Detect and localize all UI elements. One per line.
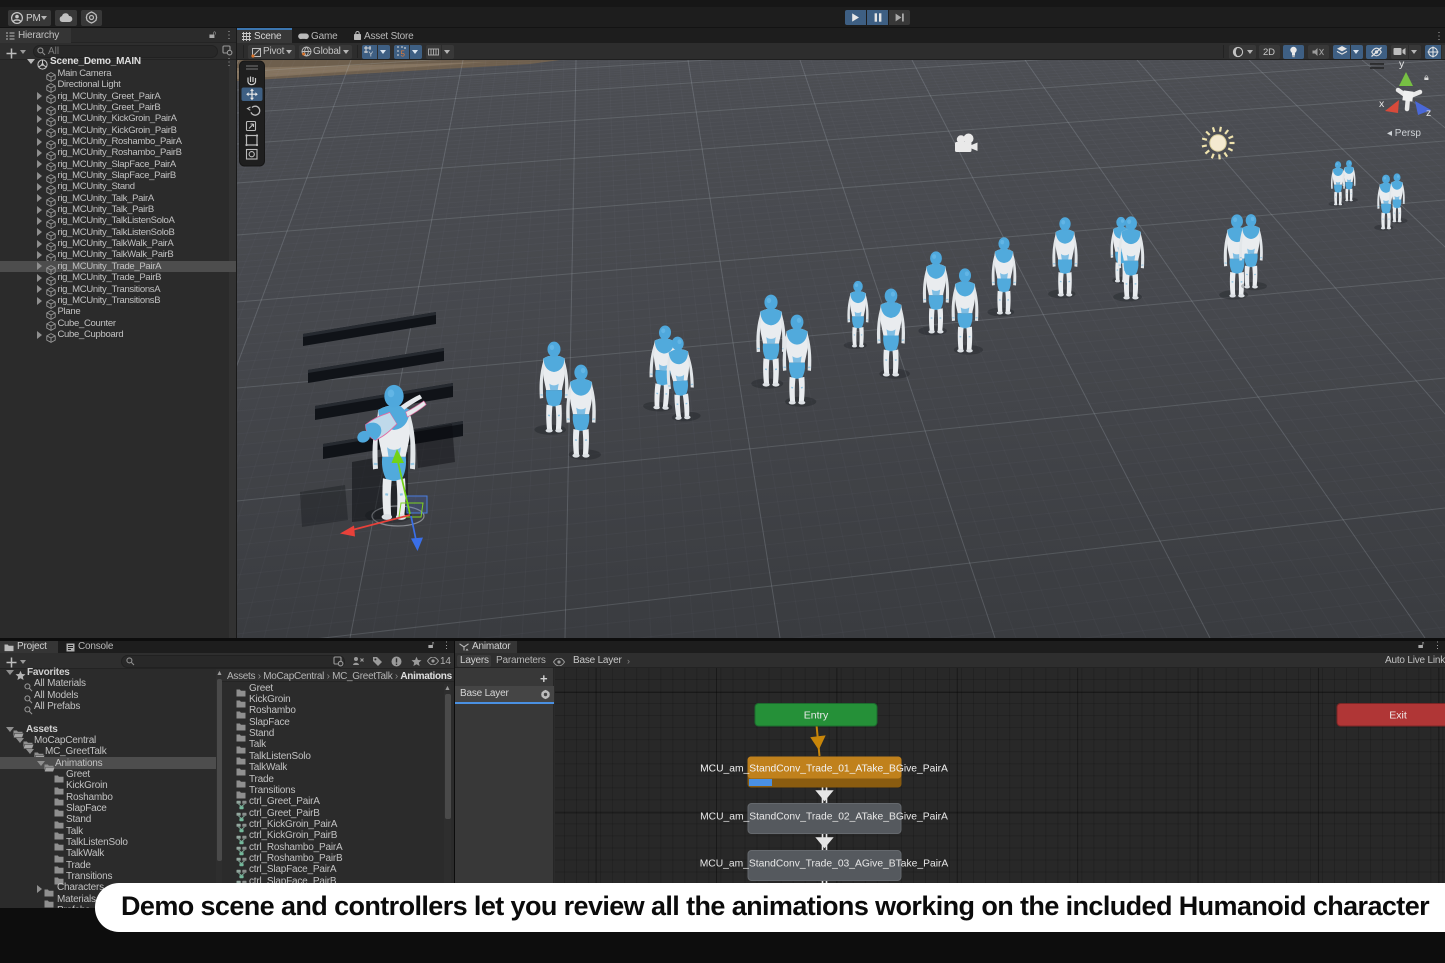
svg-text:MCU_am_StandConv_Trade_01_ATak: MCU_am_StandConv_Trade_01_ATake_BGive_Pa… — [700, 764, 948, 775]
svg-text:◂ Persp: ◂ Persp — [1387, 128, 1421, 139]
svg-text:z: z — [1426, 107, 1431, 119]
svg-text:Y: Y — [369, 52, 374, 58]
svg-text:x: x — [1379, 98, 1385, 110]
svg-text:MCU_am_StandConv_Trade_02_ATak: MCU_am_StandConv_Trade_02_ATake_BGive_Pa… — [700, 812, 948, 823]
svg-text:🔒︎: 🔒︎ — [1424, 72, 1429, 82]
svg-text:5: 5 — [401, 50, 406, 58]
svg-text:MCU_am_StandConv_Trade_03_AGiv: MCU_am_StandConv_Trade_03_AGive_BTake_Pa… — [700, 859, 949, 870]
svg-text:Exit: Exit — [1389, 710, 1407, 722]
svg-text:Entry: Entry — [804, 710, 829, 722]
svg-text:y: y — [1399, 60, 1405, 70]
